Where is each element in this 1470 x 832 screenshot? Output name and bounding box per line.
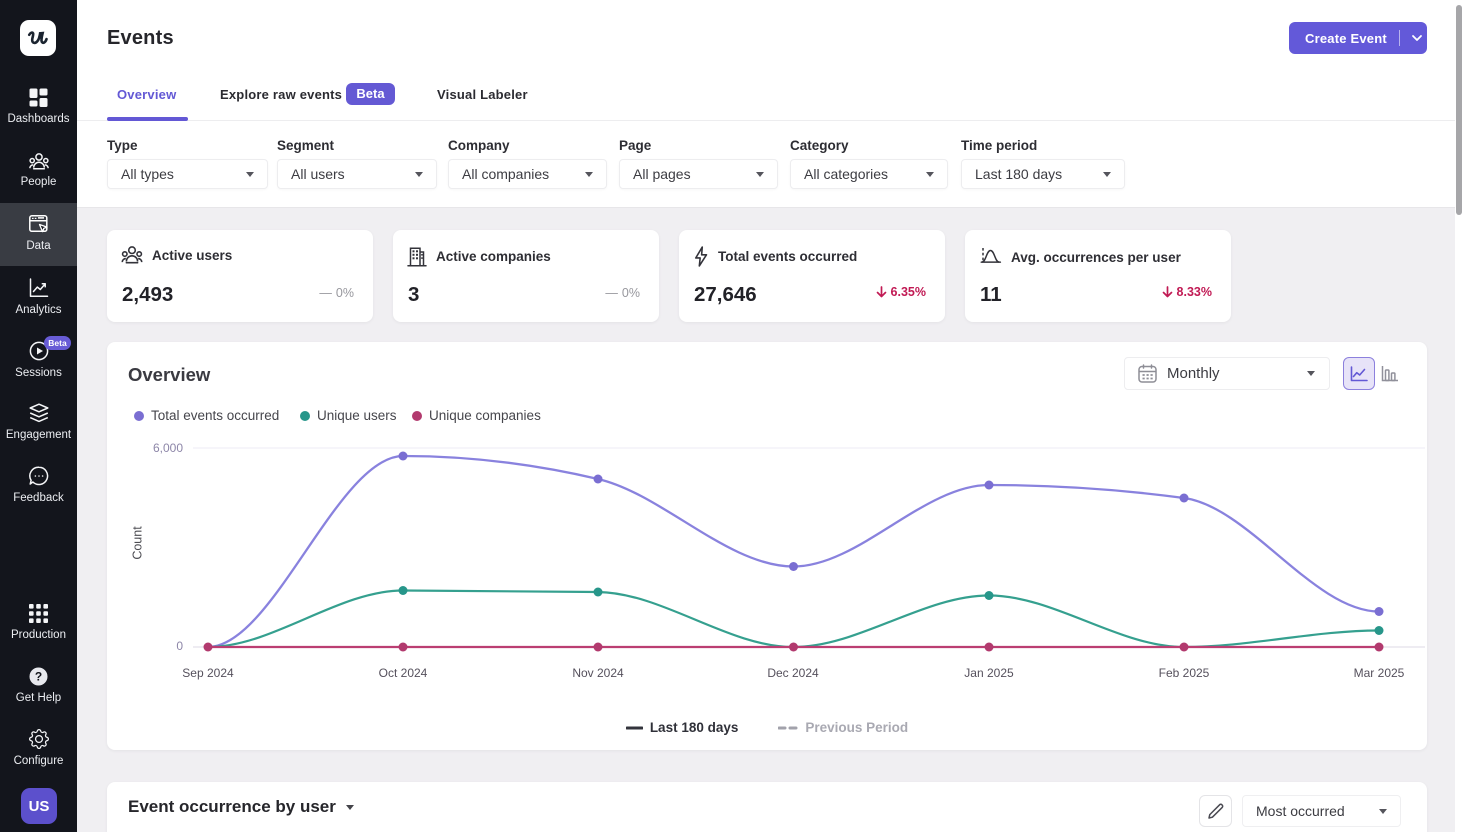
svg-text:?: ?	[35, 670, 42, 684]
